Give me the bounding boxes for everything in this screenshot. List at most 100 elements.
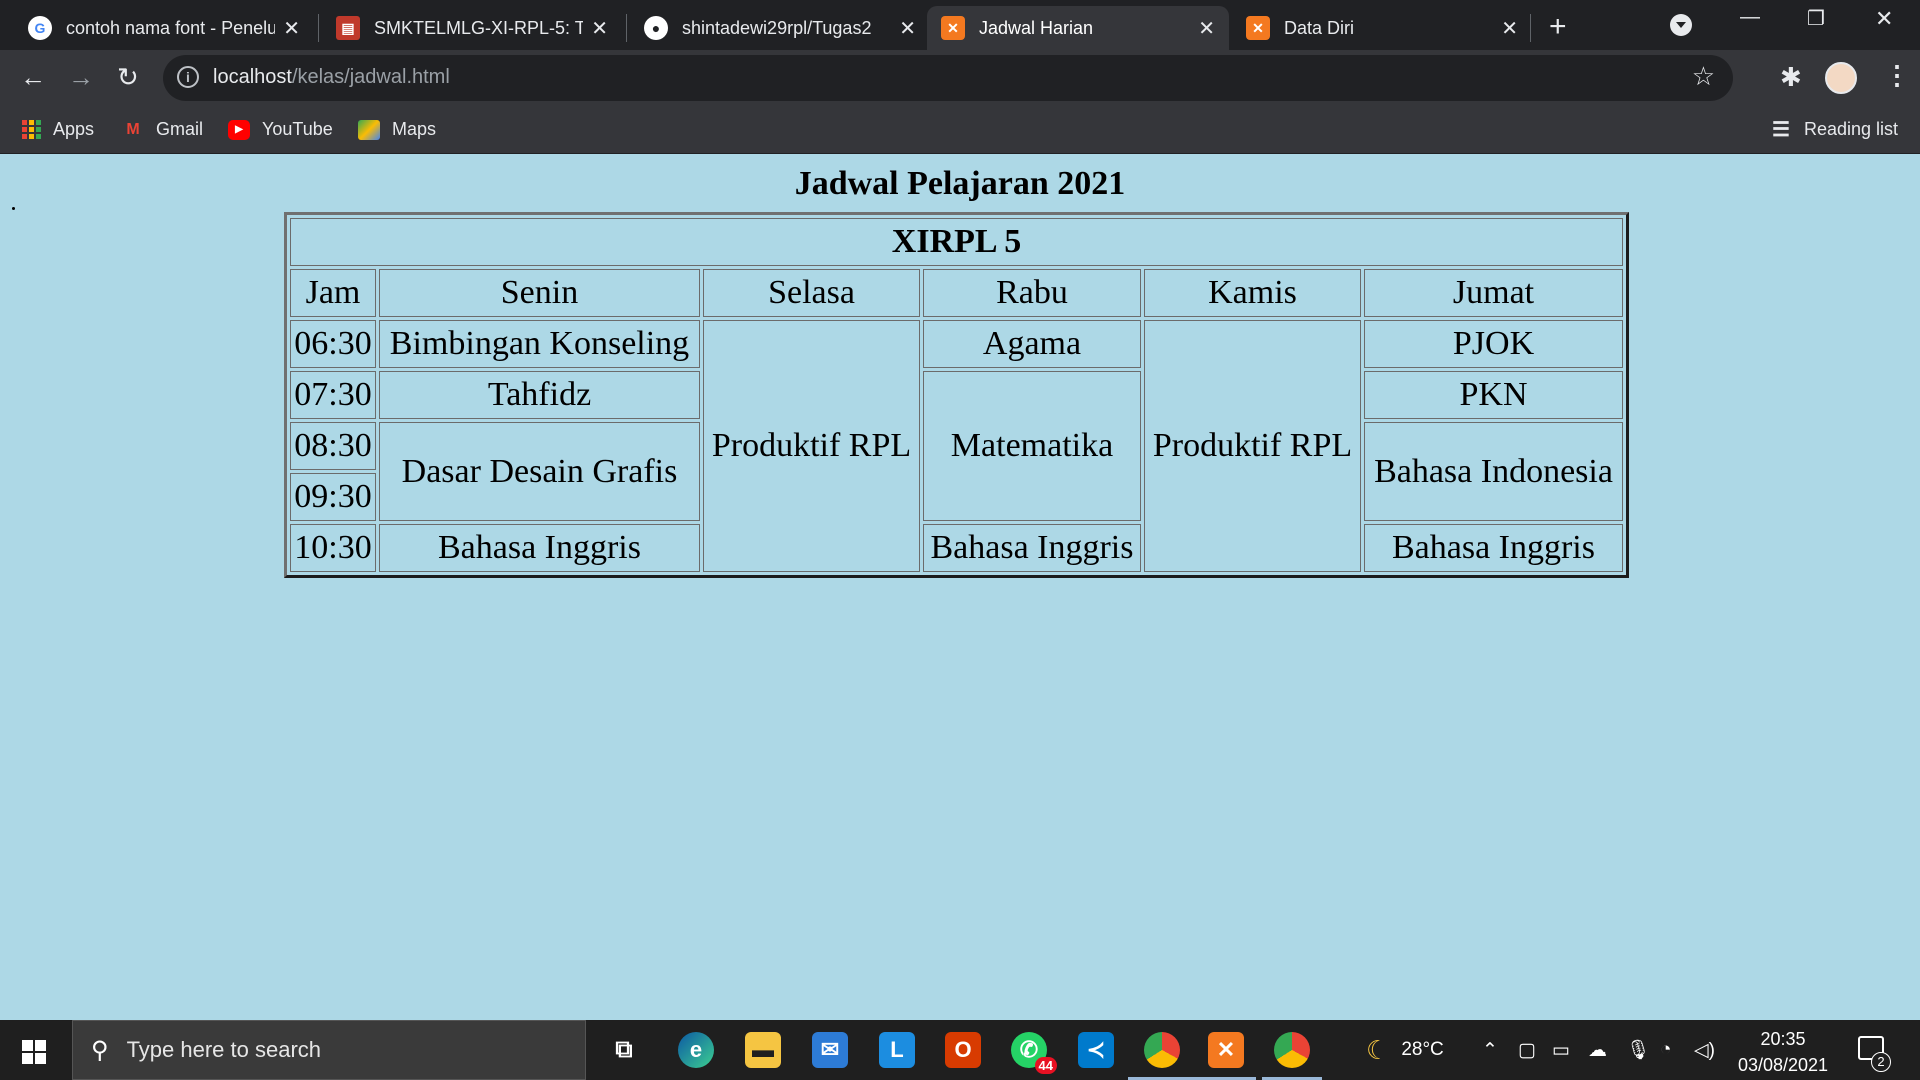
time-cell: 10:30 [290, 524, 376, 572]
weather-widget[interactable]: ☾ 28°C [1366, 1020, 1444, 1080]
tab-title: contoh nama font - Penelu [66, 17, 276, 38]
clock-time: 20:35 [1760, 1029, 1806, 1049]
new-tab-plus-icon[interactable]: + [1549, 10, 1567, 44]
gmail-icon: M [126, 120, 140, 138]
browser-tab-strip: G contoh nama font - Penelu ✕ ▤ SMKTELML… [0, 0, 1920, 50]
reading-list-icon: ☰ [1772, 119, 1790, 141]
chrome-icon[interactable] [1144, 1032, 1180, 1068]
tab-github[interactable]: ● shintadewi29rpl/Tugas2 ✕ [630, 6, 930, 50]
close-icon[interactable]: ✕ [591, 16, 608, 41]
bookmark-youtube[interactable]: ▶ YouTube [228, 119, 333, 140]
youtube-icon: ▶ [228, 119, 250, 140]
moodle-icon: ▤ [336, 16, 360, 40]
close-icon[interactable]: ✕ [1501, 16, 1518, 41]
restore-icon[interactable]: ❐ [1807, 6, 1825, 31]
xampp-icon: ✕ [941, 16, 965, 40]
subject-cell: Produktif RPL [703, 320, 920, 572]
minimize-icon[interactable]: — [1740, 6, 1760, 29]
windows-start-icon[interactable] [22, 1040, 46, 1064]
bookmarks-bar: Apps M Gmail ▶ YouTube Maps ☰ Reading li… [0, 107, 1920, 154]
google-icon: G [28, 16, 52, 40]
reload-icon[interactable]: ↻ [117, 62, 139, 93]
subject-cell: Agama [923, 320, 1141, 368]
time-cell: 07:30 [290, 371, 376, 419]
volume-icon[interactable]: ◁) [1694, 1020, 1715, 1080]
mail-icon[interactable]: ✉ [812, 1032, 848, 1068]
xampp-icon[interactable]: ✕ [1208, 1032, 1244, 1068]
chrome-profile-icon[interactable] [1274, 1032, 1310, 1068]
tab-jadwal-harian[interactable]: ✕ Jadwal Harian ✕ [927, 6, 1229, 50]
url-text[interactable]: localhost/kelas/jadwal.html [213, 66, 450, 89]
system-clock[interactable]: 20:35 03/08/2021 [1728, 1026, 1838, 1078]
bookmark-star-icon[interactable]: ☆ [1692, 61, 1715, 92]
tab-divider [1530, 14, 1531, 42]
edge-icon[interactable]: e [678, 1032, 714, 1068]
wifi-icon[interactable]: ◔ [1660, 1020, 1671, 1080]
bookmark-apps[interactable]: Apps [22, 119, 94, 140]
time-cell: 09:30 [290, 473, 376, 521]
extensions-puzzle-icon[interactable]: ✱ [1780, 62, 1802, 93]
bookmark-label: Gmail [156, 119, 204, 139]
show-hidden-icons-chevron-icon[interactable]: ⌃ [1482, 1020, 1498, 1080]
tab-google-search[interactable]: G contoh nama font - Penelu ✕ [14, 6, 314, 50]
whatsapp-icon[interactable]: ✆ 44 [1011, 1032, 1057, 1074]
bookmark-label: YouTube [262, 119, 333, 139]
github-icon: ● [644, 16, 668, 40]
battery-icon[interactable]: ▭ [1552, 1020, 1570, 1080]
tab-divider [318, 14, 319, 42]
tab-moodle[interactable]: ▤ SMKTELMLG-XI-RPL-5: Tu ✕ [322, 6, 622, 50]
tab-data-diri[interactable]: ✕ Data Diri ✕ [1232, 6, 1532, 50]
stray-dot [12, 207, 15, 210]
subject-cell: Matematika [923, 371, 1141, 521]
close-icon[interactable]: ✕ [283, 16, 300, 41]
subject-cell: Bimbingan Konseling [379, 320, 700, 368]
taskbar-search-box[interactable]: ⚲ Type here to search [72, 1020, 586, 1080]
clock-date: 03/08/2021 [1737, 1055, 1829, 1075]
tab-title: SMKTELMLG-XI-RPL-5: Tu [374, 17, 584, 38]
table-header-row: Jam Senin Selasa Rabu Kamis Jumat [290, 269, 1623, 317]
menu-kebab-icon[interactable]: ⋮ [1884, 60, 1910, 91]
close-icon[interactable]: ✕ [1198, 16, 1215, 41]
tab-title: shintadewi29rpl/Tugas2 [682, 17, 872, 38]
column-header: Jam [290, 269, 376, 317]
forward-arrow-icon[interactable]: → [68, 62, 94, 93]
column-header: Senin [379, 269, 700, 317]
office-icon[interactable]: O [945, 1032, 981, 1068]
subject-cell: PKN [1364, 371, 1623, 419]
address-bar[interactable]: i localhost/kelas/jadwal.html ☆ [163, 55, 1733, 101]
microphone-icon[interactable]: 🎙 [1626, 1020, 1650, 1080]
search-placeholder: Type here to search [126, 1037, 322, 1062]
page-title: Jadwal Pelajaran 2021 [794, 165, 1126, 202]
subject-cell: Tahfidz [379, 371, 700, 419]
close-icon[interactable]: ✕ [899, 16, 916, 41]
tab-divider [626, 14, 627, 42]
meet-now-icon[interactable]: ▢ [1518, 1020, 1536, 1080]
onedrive-cloud-icon[interactable]: ☁ [1588, 1020, 1607, 1080]
site-info-icon[interactable]: i [177, 66, 199, 88]
vscode-icon[interactable]: ≺ [1078, 1032, 1114, 1068]
url-host: localhost [213, 66, 292, 88]
back-arrow-icon[interactable]: ← [20, 62, 46, 93]
l-app-icon[interactable]: L [879, 1032, 915, 1068]
bookmark-gmail[interactable]: M Gmail [122, 119, 203, 140]
task-view-icon[interactable]: ⧉ [606, 1032, 642, 1068]
bookmark-maps[interactable]: Maps [358, 119, 436, 140]
window-close-icon[interactable]: ✕ [1875, 6, 1893, 32]
file-explorer-icon[interactable]: ▬ [745, 1032, 781, 1068]
subject-cell: Bahasa Inggris [1364, 524, 1623, 572]
apps-grid-icon [22, 120, 41, 139]
column-header: Rabu [923, 269, 1141, 317]
whatsapp-badge: 44 [1034, 1057, 1057, 1074]
url-path: /kelas/jadwal.html [291, 66, 450, 88]
time-cell: 06:30 [290, 320, 376, 368]
profile-avatar[interactable] [1825, 62, 1857, 94]
class-name-header: XIRPL 5 [290, 218, 1623, 266]
weather-temp: 28°C [1401, 1039, 1444, 1060]
xampp-icon: ✕ [1246, 16, 1270, 40]
reading-list-button[interactable]: ☰ Reading list [1770, 119, 1898, 141]
subject-cell: Bahasa Indonesia [1364, 422, 1623, 521]
subject-cell: Produktif RPL [1144, 320, 1361, 572]
page-viewport: Jadwal Pelajaran 2021 XIRPL 5 Jam Senin … [0, 155, 1920, 1020]
tab-search-icon[interactable] [1670, 14, 1692, 36]
subject-cell: PJOK [1364, 320, 1623, 368]
